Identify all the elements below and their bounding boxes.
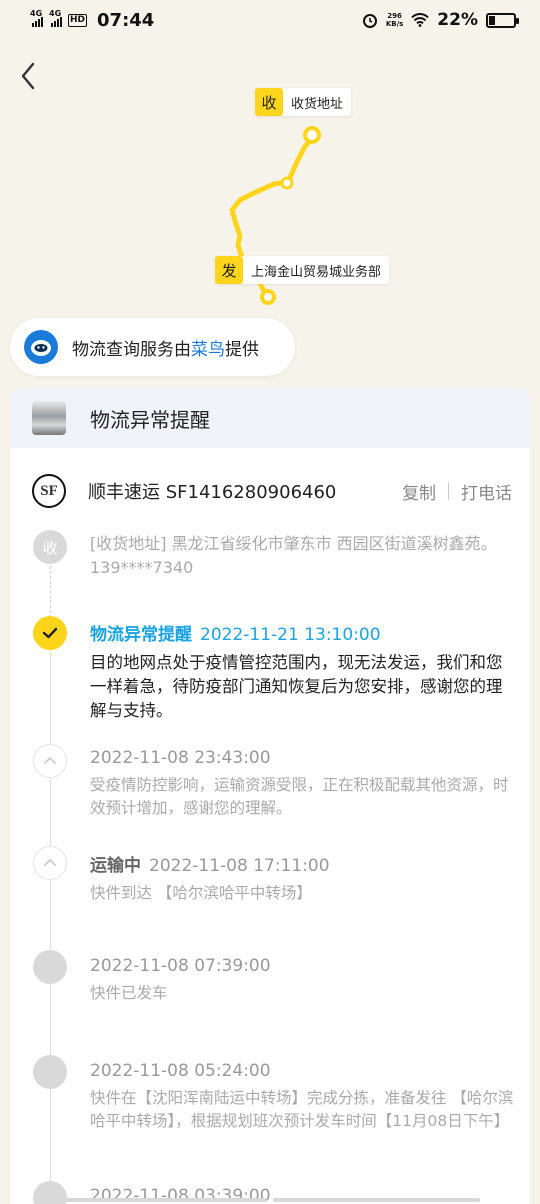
event-description: 快件到达 【哈尔滨哈平中转场】 <box>90 884 312 902</box>
divider <box>448 482 449 500</box>
network-speed-unit: KB/s <box>385 20 404 28</box>
event-description: 快件已发车 <box>90 984 168 1002</box>
provider-text: 物流查询服务由菜鸟提供 <box>72 335 259 360</box>
event-status: 运输中 <box>90 856 141 876</box>
status-bar: 4G 4G HD 07:44 296 KB/s 22% <box>0 0 540 40</box>
timeline-dashed-line <box>50 566 51 618</box>
signal-icon: 4G <box>49 9 62 27</box>
battery-percent: 22% <box>437 10 478 30</box>
route-map[interactable]: 收 收货地址 发 上海金山贸易城业务部 <box>0 40 540 340</box>
scroll-indicator <box>60 1198 480 1202</box>
sender-tag: 发 <box>215 256 243 284</box>
battery-fill <box>489 15 495 25</box>
timeline-dot <box>33 950 67 984</box>
sender-label: 上海金山贸易城业务部 <box>251 264 382 280</box>
provider-chip[interactable]: 物流查询服务由菜鸟提供 <box>10 318 295 376</box>
network-speed: 296 KB/s <box>386 12 403 28</box>
chevron-up-icon <box>33 846 67 880</box>
chevron-up-icon <box>33 744 67 778</box>
event-time: 2022-11-08 17:11:00 <box>149 856 330 876</box>
receiver-point <box>303 126 321 144</box>
sender-marker[interactable]: 发 上海金山贸易城业务部 <box>215 256 390 284</box>
alarm-icon <box>362 14 377 28</box>
signal-type-label: 4G <box>49 9 62 18</box>
event-description: 目的地网点处于疫情管控范围内，现无法发运，我们和您一样着急，待防疫部门通知恢复后… <box>90 653 503 720</box>
event-time: 2022-11-08 23:43:00 <box>90 748 271 768</box>
tracking-number: 顺丰速运 SF1416280906460 <box>88 482 337 503</box>
copy-button[interactable]: 复制 <box>402 479 436 504</box>
timeline-event: 运输中 2022-11-08 17:11:00 快件到达 【哈尔滨哈平中转场】 <box>90 851 515 905</box>
provider-prefix: 物流查询服务由 <box>72 339 191 360</box>
card-title: 物流异常提醒 <box>90 407 210 432</box>
receiver-marker[interactable]: 收 收货地址 <box>255 88 352 116</box>
product-thumbnail[interactable] <box>32 401 66 435</box>
cainiao-logo-icon <box>24 330 58 364</box>
transit-point <box>280 176 294 190</box>
sf-express-logo-icon: SF <box>32 474 66 508</box>
receiver-node: 收 <box>33 530 67 564</box>
battery-icon <box>486 12 519 28</box>
event-time: 2022-11-08 07:39:00 <box>90 956 271 976</box>
check-icon <box>33 616 67 650</box>
tracking-card: SF 顺丰速运 SF1416280906460 复制 打电话 收 [收货地址] … <box>10 448 530 1204</box>
receiver-label: 收货地址 <box>291 96 344 112</box>
courier-row: SF 顺丰速运 SF1416280906460 复制 打电话 <box>32 474 512 508</box>
timeline-event: 物流异常提醒 2022-11-21 13:10:00 目的地网点处于疫情管控范围内… <box>90 620 515 723</box>
timeline-event: 2022-11-08 07:39:00 快件已发车 <box>90 956 515 1005</box>
signal-type-label: 4G <box>30 9 43 18</box>
timeline-line <box>50 652 51 1204</box>
event-description: 快件在【沈阳浑南陆运中转场】完成分拣，准备发往 【哈尔滨哈平中转场】，根据规划班… <box>90 1089 514 1130</box>
timeline-event: 2022-11-08 23:43:00 受疫情防控影响，运输资源受限，正在积极配… <box>90 748 515 820</box>
receiver-address: [收货地址] 黑龙江省绥化市肇东市 西园区街道溪树鑫苑。139****7340 <box>90 534 497 577</box>
clock: 07:44 <box>97 9 155 31</box>
route-line <box>229 126 321 305</box>
event-status: 物流异常提醒 <box>90 625 192 645</box>
network-speed-value: 296 <box>387 12 402 20</box>
timeline-dot <box>33 1055 67 1089</box>
provider-suffix: 提供 <box>225 339 259 360</box>
timeline-event: 2022-11-08 05:24:00 快件在【沈阳浑南陆运中转场】完成分拣，准… <box>90 1061 515 1133</box>
receiver-tag: 收 <box>255 88 283 116</box>
provider-brand[interactable]: 菜鸟 <box>191 340 225 360</box>
signal-icon: 4G <box>30 9 43 27</box>
wifi-icon <box>411 13 430 27</box>
event-time: 2022-11-08 05:24:00 <box>90 1061 271 1081</box>
card-header[interactable]: 物流异常提醒 <box>10 388 530 448</box>
call-button[interactable]: 打电话 <box>461 479 512 504</box>
sender-point <box>260 289 276 305</box>
event-description: 受疫情防控影响，运输资源受限，正在积极配载其他资源，时效预计增加，感谢您的理解。 <box>90 776 509 817</box>
event-time: 2022-11-21 13:10:00 <box>200 625 381 645</box>
hd-voice-icon: HD <box>68 13 88 27</box>
